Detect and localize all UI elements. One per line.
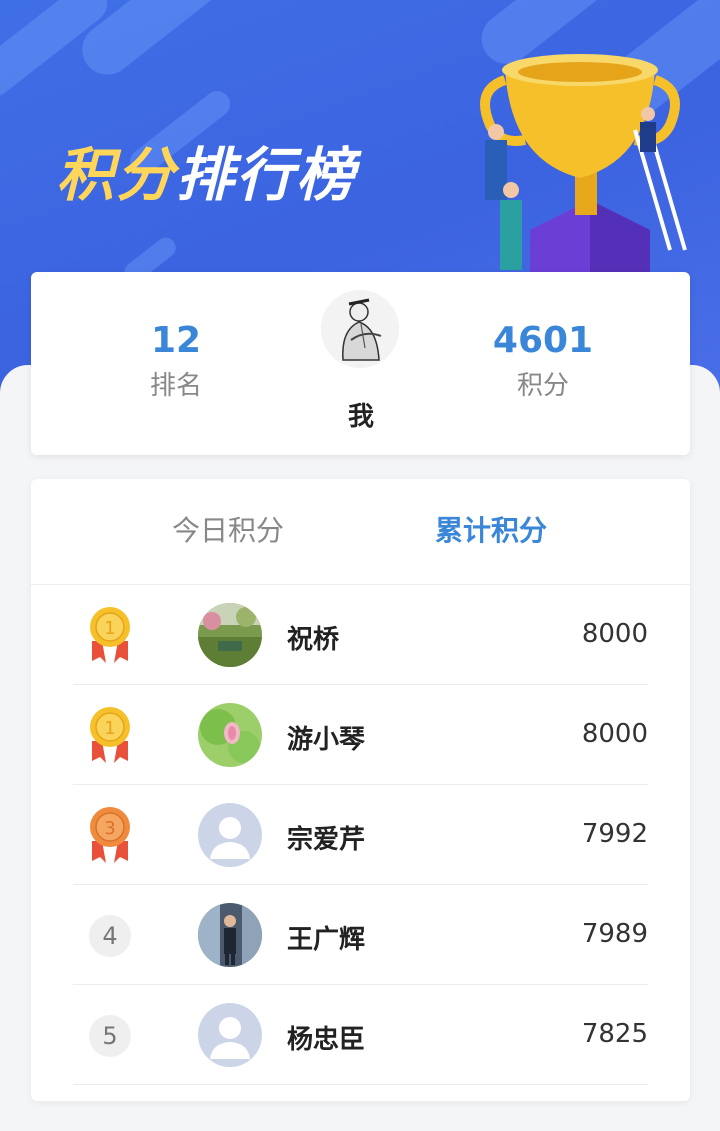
ranking-card: 今日积分 累计积分 1 祝桥 8000 1 游小琴 8000 3 宗爱芹 799… xyxy=(31,479,690,1101)
avatar xyxy=(198,803,262,867)
rank-number: 5 xyxy=(89,1015,131,1057)
garden-photo-icon xyxy=(198,603,262,667)
default-user-icon xyxy=(198,803,262,867)
gold-medal-icon: 1 xyxy=(90,707,130,763)
person-photo-icon xyxy=(198,903,262,967)
my-rank-label: 排名 xyxy=(149,371,202,401)
user-score: 8000 xyxy=(581,719,648,749)
avatar xyxy=(198,703,262,767)
user-name: 祝桥 xyxy=(287,625,340,655)
user-score: 7825 xyxy=(581,1019,648,1049)
rank-number: 4 xyxy=(89,915,131,957)
ranking-row[interactable]: 4 王广辉 7989 xyxy=(73,885,648,985)
tab-today-points[interactable]: 今日积分 xyxy=(118,509,338,549)
avatar xyxy=(198,903,262,967)
bronze-medal-icon: 3 xyxy=(90,807,130,863)
sketch-portrait-icon xyxy=(321,290,399,368)
my-rank-value: 12 xyxy=(150,320,202,361)
medal-rank: 1 xyxy=(104,718,115,739)
user-score: 8000 xyxy=(581,619,648,649)
my-points-label: 积分 xyxy=(516,371,569,401)
user-name: 王广辉 xyxy=(287,925,366,955)
avatar xyxy=(198,603,262,667)
page-title: 积分排行榜 xyxy=(56,128,356,212)
user-name: 宗爱芹 xyxy=(287,825,366,855)
ranking-row[interactable]: 5 杨忠臣 7825 xyxy=(73,985,648,1085)
ranking-row[interactable]: 1 游小琴 8000 xyxy=(73,685,648,785)
my-avatar[interactable] xyxy=(321,290,399,368)
user-score: 7989 xyxy=(581,919,648,949)
my-rank-stat: 12 排名 xyxy=(76,320,276,402)
my-points-stat: 4601 积分 xyxy=(443,320,643,402)
lotus-photo-icon xyxy=(198,703,262,767)
gold-medal-icon: 1 xyxy=(90,607,130,663)
user-score: 7992 xyxy=(581,819,648,849)
title-highlight: 积分 xyxy=(56,141,177,209)
my-stats-card: 12 排名 我 4601 积分 xyxy=(31,272,690,455)
medal-rank: 3 xyxy=(104,818,115,839)
medal-rank: 1 xyxy=(104,618,115,639)
default-user-icon xyxy=(198,1003,262,1067)
my-name: 我 xyxy=(347,402,374,432)
ranking-row[interactable]: 3 宗爱芹 7992 xyxy=(73,785,648,885)
tab-total-points[interactable]: 累计积分 xyxy=(381,509,601,549)
ranking-tabs: 今日积分 累计积分 xyxy=(31,479,690,585)
user-name: 杨忠臣 xyxy=(287,1025,366,1055)
ranking-row[interactable]: 1 祝桥 8000 xyxy=(73,585,648,685)
my-points-value: 4601 xyxy=(492,320,594,361)
title-rest: 排行榜 xyxy=(176,141,357,209)
avatar xyxy=(198,1003,262,1067)
user-name: 游小琴 xyxy=(287,725,366,755)
trophy-illustration xyxy=(480,54,687,280)
